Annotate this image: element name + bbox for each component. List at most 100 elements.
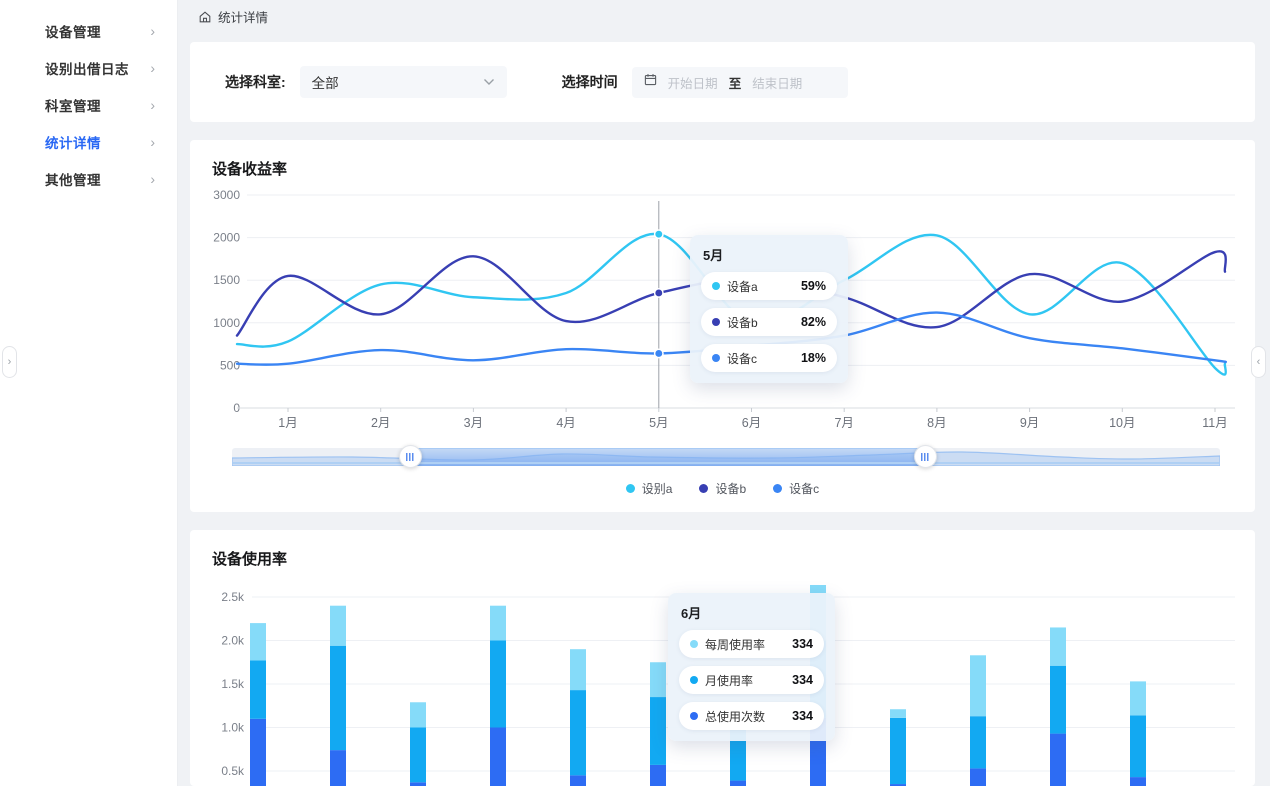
svg-text:5月: 5月: [649, 416, 668, 430]
panel-collapse-toggle[interactable]: ‹: [1251, 346, 1266, 378]
breadcrumb-label[interactable]: 统计详情: [218, 7, 268, 26]
svg-text:4月: 4月: [556, 416, 575, 430]
filter-bar: 选择科室: 全部 选择时间 开始日期 至 结束日期: [190, 42, 1255, 122]
department-filter-label: 选择科室:: [225, 72, 286, 92]
svg-text:9月: 9月: [1020, 416, 1039, 430]
svg-text:6月: 6月: [742, 416, 761, 430]
department-select[interactable]: 全部: [300, 66, 507, 98]
end-date-placeholder[interactable]: 结束日期: [752, 73, 802, 92]
home-icon: [198, 10, 212, 24]
svg-text:1500: 1500: [213, 273, 240, 287]
breadcrumb: 统计详情: [198, 0, 268, 33]
chevron-right-icon: ›: [150, 97, 155, 113]
sidebar-expand-toggle[interactable]: ›: [2, 346, 17, 378]
tooltip-series-name: 设备c: [727, 350, 794, 367]
sidebar-item-label: 设备管理: [45, 21, 150, 41]
chevron-down-icon: [483, 73, 495, 91]
tooltip-series-name: 月使用率: [705, 672, 785, 689]
tooltip-series-name: 总使用次数: [705, 708, 785, 725]
svg-text:2.5k: 2.5k: [221, 590, 245, 604]
tooltip-row: 月使用率 334: [679, 666, 824, 694]
svg-text:2月: 2月: [371, 416, 390, 430]
series-dot-icon: [690, 640, 698, 648]
date-range-separator: 至: [729, 73, 742, 92]
legend-item[interactable]: 设备b: [699, 480, 746, 497]
svg-text:500: 500: [220, 358, 240, 372]
line-chart-tooltip: 5月 设备a 59% 设备b 82% 设备c 18%: [690, 235, 848, 383]
legend-label: 设备c: [789, 480, 819, 497]
sidebar-item-label: 设别出借日志: [45, 58, 150, 78]
legend-dot-icon: [699, 484, 708, 493]
chart-zoom-slider[interactable]: [232, 448, 1220, 466]
calendar-icon: [644, 73, 657, 91]
svg-text:7月: 7月: [834, 416, 853, 430]
svg-text:1.5k: 1.5k: [221, 677, 245, 691]
sidebar-item-label: 科室管理: [45, 95, 150, 115]
bar-chart-title: 设备使用率: [212, 548, 287, 569]
svg-text:2000: 2000: [213, 231, 240, 245]
line-chart-legend: 设别a 设备b 设备c: [190, 480, 1255, 497]
svg-text:11月: 11月: [1202, 416, 1227, 430]
sidebar-item-lending-log[interactable]: 设别出借日志 ›: [0, 49, 177, 86]
sidebar: 设备管理 › 设别出借日志 › 科室管理 › 统计详情 › 其他管理 ›: [0, 0, 178, 786]
sidebar-item-other-management[interactable]: 其他管理 ›: [0, 160, 177, 197]
sidebar-item-statistics-detail[interactable]: 统计详情 ›: [0, 123, 177, 160]
tooltip-series-value: 334: [792, 637, 813, 651]
sidebar-item-department-management[interactable]: 科室管理 ›: [0, 86, 177, 123]
zoom-slider-right-handle[interactable]: [914, 445, 937, 468]
legend-dot-icon: [773, 484, 782, 493]
tooltip-title: 5月: [703, 245, 837, 264]
svg-text:2.0k: 2.0k: [221, 634, 245, 648]
statistics-page: 设备管理 › 设别出借日志 › 科室管理 › 统计详情 › 其他管理 › › ‹: [0, 0, 1270, 786]
drag-grip-icon: [406, 453, 414, 461]
svg-text:0.5k: 0.5k: [221, 764, 245, 778]
svg-text:10月: 10月: [1109, 416, 1135, 430]
svg-text:1000: 1000: [213, 316, 240, 330]
tooltip-series-name: 每周使用率: [705, 636, 785, 653]
legend-item[interactable]: 设别a: [626, 480, 673, 497]
svg-text:8月: 8月: [927, 416, 946, 430]
legend-dot-icon: [626, 484, 635, 493]
sidebar-item-label: 统计详情: [45, 132, 150, 152]
tooltip-row: 设备b 82%: [701, 308, 837, 336]
series-dot-icon: [690, 712, 698, 720]
tooltip-series-value: 334: [792, 709, 813, 723]
zoom-slider-left-handle[interactable]: [399, 445, 422, 468]
tooltip-series-value: 59%: [801, 279, 826, 293]
chevron-right-icon: ›: [150, 134, 155, 150]
department-select-value: 全部: [312, 72, 483, 92]
tooltip-series-value: 334: [792, 673, 813, 687]
sidebar-item-label: 其他管理: [45, 169, 150, 189]
usage-rate-card: 设备使用率 2.5k2.0k1.5k1.0k0.5k 6月 每周使用率334月使…: [190, 530, 1255, 786]
tooltip-series-value: 82%: [801, 315, 826, 329]
sidebar-menu: 设备管理 › 设别出借日志 › 科室管理 › 统计详情 › 其他管理 ›: [0, 0, 177, 197]
tooltip-row: 设备a 59%: [701, 272, 837, 300]
tooltip-series-name: 设备b: [727, 314, 794, 331]
legend-label: 设别a: [642, 480, 673, 497]
tooltip-series-value: 18%: [801, 351, 826, 365]
series-dot-icon: [712, 354, 720, 362]
legend-label: 设备b: [715, 480, 746, 497]
legend-item[interactable]: 设备c: [773, 480, 819, 497]
svg-text:1月: 1月: [278, 416, 297, 430]
tooltip-series-name: 设备a: [727, 278, 794, 295]
chevron-left-icon: ‹: [1257, 356, 1261, 368]
svg-text:3月: 3月: [464, 416, 483, 430]
series-dot-icon: [690, 676, 698, 684]
sidebar-item-device-management[interactable]: 设备管理 ›: [0, 12, 177, 49]
drag-grip-icon: [921, 453, 929, 461]
series-dot-icon: [712, 282, 720, 290]
svg-text:1.0k: 1.0k: [221, 721, 245, 735]
chevron-right-icon: ›: [150, 171, 155, 187]
tooltip-row: 每周使用率 334: [679, 630, 824, 658]
tooltip-title: 6月: [681, 603, 824, 622]
chevron-right-icon: ›: [150, 60, 155, 76]
time-filter-label: 选择时间: [562, 72, 618, 92]
date-range-picker[interactable]: 开始日期 至 结束日期: [632, 67, 848, 98]
series-dot-icon: [712, 318, 720, 326]
line-chart-title: 设备收益率: [212, 158, 287, 179]
start-date-placeholder[interactable]: 开始日期: [668, 73, 718, 92]
svg-text:3000: 3000: [213, 188, 240, 202]
chevron-right-icon: ›: [8, 356, 12, 368]
tooltip-row: 总使用次数 334: [679, 702, 824, 730]
